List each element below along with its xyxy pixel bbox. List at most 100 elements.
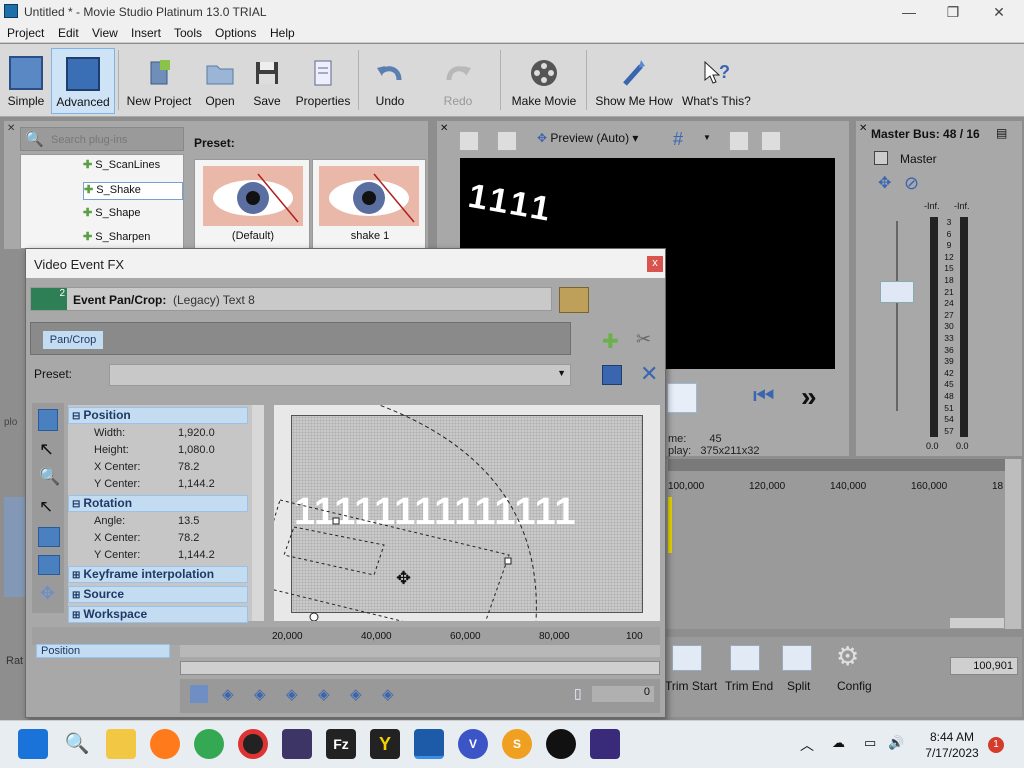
rotation-section-header[interactable]: ⊟ Rotation xyxy=(68,495,248,512)
trim-start-button[interactable]: Trim Start xyxy=(665,679,717,693)
preset-thumbnail-shake[interactable]: shake 1 xyxy=(312,159,426,249)
menu-insert[interactable]: Insert xyxy=(131,26,161,40)
stop-button[interactable] xyxy=(667,383,697,413)
property-row[interactable]: Width: 1,920.0 xyxy=(68,425,248,442)
timecode-counter[interactable]: 100,901 xyxy=(950,657,1018,675)
plugin-item[interactable]: ✚ S_Sharpen xyxy=(83,230,183,248)
property-row[interactable]: Y Center: 1,144.2 xyxy=(68,547,248,564)
make-movie-button[interactable]: Make Movie xyxy=(508,48,580,114)
split-icon[interactable] xyxy=(782,645,812,671)
size-about-center-icon[interactable] xyxy=(38,555,60,575)
property-value[interactable]: 1,080.0 xyxy=(178,444,215,456)
overlays-grid-icon[interactable]: # xyxy=(673,129,683,150)
save-button[interactable]: Save xyxy=(246,48,288,114)
copy-snapshot-icon[interactable] xyxy=(729,131,749,151)
property-value[interactable]: 13.5 xyxy=(178,515,199,527)
prev-keyframe-icon[interactable]: ◈ xyxy=(254,685,266,703)
search-icon[interactable]: 🔍 xyxy=(62,729,92,759)
overlays-dropdown-icon[interactable]: ▼ xyxy=(703,133,711,142)
property-row[interactable]: Height: 1,080.0 xyxy=(68,442,248,459)
property-value[interactable]: 1,920.0 xyxy=(178,427,215,439)
zoom-tool-icon[interactable]: 🔍 xyxy=(39,467,60,487)
remove-fx-icon[interactable]: ✂ xyxy=(636,329,651,350)
master-fx-icon[interactable] xyxy=(874,151,888,165)
menu-tools[interactable]: Tools xyxy=(174,26,202,40)
show-properties-icon[interactable] xyxy=(38,409,58,431)
clock-date[interactable]: 7/17/2023 xyxy=(920,746,984,760)
property-row[interactable]: Y Center: 1,144.2 xyxy=(68,476,248,493)
source-section-header[interactable]: ⊞ Source xyxy=(68,586,248,603)
movie-studio-taskbar-icon[interactable] xyxy=(414,729,444,759)
timeline-zoom-controls[interactable] xyxy=(950,618,1004,628)
advanced-button[interactable]: Advanced xyxy=(51,48,115,114)
master-fader[interactable] xyxy=(880,281,914,303)
onedrive-icon[interactable]: ☁ xyxy=(832,735,845,751)
record-icon[interactable] xyxy=(238,729,268,759)
plugin-item-selected[interactable]: ✚ S_Shake xyxy=(83,182,183,200)
menu-help[interactable]: Help xyxy=(270,26,295,40)
last-keyframe-icon[interactable]: ◈ xyxy=(318,685,330,703)
dialog-close-button[interactable]: x xyxy=(647,256,663,272)
start-button[interactable] xyxy=(18,729,48,759)
trim-end-button[interactable]: Trim End xyxy=(725,679,773,693)
timeline-vertical-scrollbar[interactable] xyxy=(1005,459,1021,629)
workspace-section-header[interactable]: ⊞ Workspace xyxy=(68,606,248,623)
firefox-icon[interactable] xyxy=(150,729,180,759)
plugin-item[interactable]: ✚ S_Shape xyxy=(83,206,183,224)
volume-icon[interactable]: 🔊 xyxy=(888,735,904,751)
go-to-end-button[interactable]: » xyxy=(801,381,817,413)
plugin-item[interactable]: ✚ S_ScanLines xyxy=(83,158,183,176)
close-button[interactable]: ✕ xyxy=(984,2,1014,22)
chain-view-button-2[interactable] xyxy=(599,287,629,313)
add-fx-icon[interactable]: ✚ xyxy=(602,329,619,354)
network-icon[interactable]: ▭ xyxy=(864,735,876,751)
lock-envelope-icon[interactable]: ▯ xyxy=(574,685,582,702)
preview-quality-dropdown[interactable]: ✥ Preview (Auto) ▾ xyxy=(537,131,667,151)
open-button[interactable]: Open xyxy=(199,48,241,114)
property-value[interactable]: 78.2 xyxy=(178,532,199,544)
preset-dropdown[interactable]: ▼ xyxy=(109,364,571,386)
playhead-marker[interactable] xyxy=(668,497,672,553)
property-row[interactable]: X Center: 78.2 xyxy=(68,459,248,476)
track-header-strip[interactable] xyxy=(4,497,26,597)
show-me-how-button[interactable]: Show Me How xyxy=(594,48,674,114)
trim-start-icon[interactable] xyxy=(672,645,702,671)
chain-view-button[interactable] xyxy=(559,287,589,313)
whats-this-button[interactable]: ? What's This? xyxy=(682,48,751,114)
config-button[interactable]: Config xyxy=(837,679,872,693)
delete-preset-icon[interactable]: ✕ xyxy=(640,361,658,387)
video-editor-icon[interactable] xyxy=(282,729,312,759)
property-value[interactable]: 78.2 xyxy=(178,461,199,473)
chain-item-pan-crop[interactable]: Pan/Crop xyxy=(43,331,103,349)
properties-button[interactable]: Properties xyxy=(292,48,354,114)
trim-end-icon[interactable] xyxy=(730,645,760,671)
keyframe-track-label[interactable]: Position xyxy=(36,644,170,658)
move-crosshair-icon[interactable]: ✥ xyxy=(396,568,411,589)
add-keyframe-icon[interactable]: ◈ xyxy=(350,685,362,703)
s-app-icon[interactable]: S xyxy=(502,729,532,759)
clock-time[interactable]: 8:44 AM xyxy=(920,730,984,744)
preset-thumbnail-default[interactable]: (Default) xyxy=(194,159,310,249)
property-row[interactable]: Angle: 13.5 xyxy=(68,513,248,530)
redo-button[interactable]: Redo xyxy=(436,48,480,114)
file-explorer-icon[interactable] xyxy=(106,729,136,759)
first-keyframe-icon[interactable]: ◈ xyxy=(222,685,234,703)
property-value[interactable]: 1,144.2 xyxy=(178,549,215,561)
panel-close-icon[interactable]: ✕ xyxy=(440,123,448,134)
new-project-button[interactable]: New Project xyxy=(124,48,194,114)
property-value[interactable]: 1,144.2 xyxy=(178,478,215,490)
tray-chevron-icon[interactable]: ︿ xyxy=(800,735,814,755)
go-to-start-button[interactable]: ⏮ xyxy=(753,383,775,411)
menu-edit[interactable]: Edit xyxy=(58,26,79,40)
menu-view[interactable]: View xyxy=(92,26,118,40)
delete-keyframe-icon[interactable]: ◈ xyxy=(382,685,394,703)
simple-button[interactable]: Simple xyxy=(4,48,48,114)
keyframe-counter[interactable]: 0 xyxy=(592,686,654,702)
mixer-properties-icon[interactable]: ▤ xyxy=(996,126,1007,140)
fx-plus-icon[interactable]: ✥ xyxy=(878,173,891,193)
gear-icon[interactable]: ⚙ xyxy=(836,641,859,672)
move-freely-icon[interactable]: ✥ xyxy=(40,583,55,604)
move-cursor-icon[interactable]: ↖ xyxy=(39,497,53,517)
mute-icon[interactable]: ⊘ xyxy=(904,173,919,194)
y-app-icon[interactable]: Y xyxy=(370,729,400,759)
